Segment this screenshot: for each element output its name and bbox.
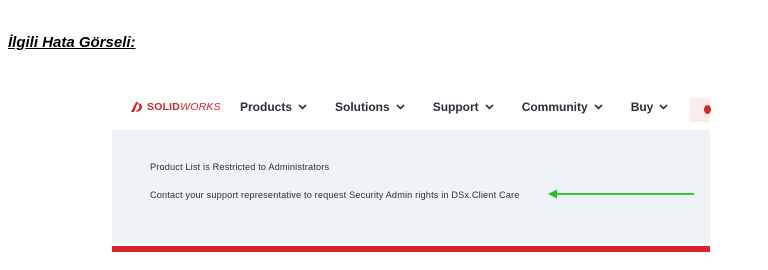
nav-buy-label: Buy xyxy=(630,100,654,114)
chevron-down-icon xyxy=(594,104,603,110)
nav-solutions-label: Solutions xyxy=(335,100,390,114)
nav-products[interactable]: Products xyxy=(240,99,307,115)
main-menu: Products Solutions Support Community Buy xyxy=(240,99,696,115)
nav-community[interactable]: Community xyxy=(522,99,603,115)
solidworks-screenshot: SOLIDWORKS Products Solutions Support Co… xyxy=(112,86,711,252)
chevron-down-icon xyxy=(485,104,494,110)
nav-buy[interactable]: Buy xyxy=(631,99,669,115)
nav-products-label: Products xyxy=(240,100,293,114)
nav-solutions[interactable]: Solutions xyxy=(335,99,405,115)
green-arrow-annotation xyxy=(548,189,694,199)
ds-logo-icon xyxy=(131,102,143,112)
chevron-down-icon xyxy=(396,104,405,110)
document-heading: İlgili Hata Görseli: xyxy=(8,34,136,51)
nav-support-label: Support xyxy=(432,100,479,114)
restricted-message-panel: Product List is Restricted to Administra… xyxy=(112,130,710,244)
nav-community-label: Community xyxy=(521,100,588,114)
chevron-down-icon xyxy=(298,104,307,110)
contact-support-text: Contact your support representative to r… xyxy=(150,190,520,200)
chevron-down-icon xyxy=(659,104,668,110)
logo-wordmark: SOLIDWORKS xyxy=(147,100,221,114)
account-button[interactable] xyxy=(690,98,711,122)
top-navigation: SOLIDWORKS Products Solutions Support Co… xyxy=(112,86,711,130)
footer-red-bar xyxy=(112,246,710,252)
logo-works-text: WORKS xyxy=(180,101,221,113)
restricted-title: Product List is Restricted to Administra… xyxy=(150,162,330,172)
logo-solid-text: SOLID xyxy=(147,101,181,113)
solidworks-logo[interactable]: SOLIDWORKS xyxy=(130,99,221,115)
nav-support[interactable]: Support xyxy=(433,99,494,115)
